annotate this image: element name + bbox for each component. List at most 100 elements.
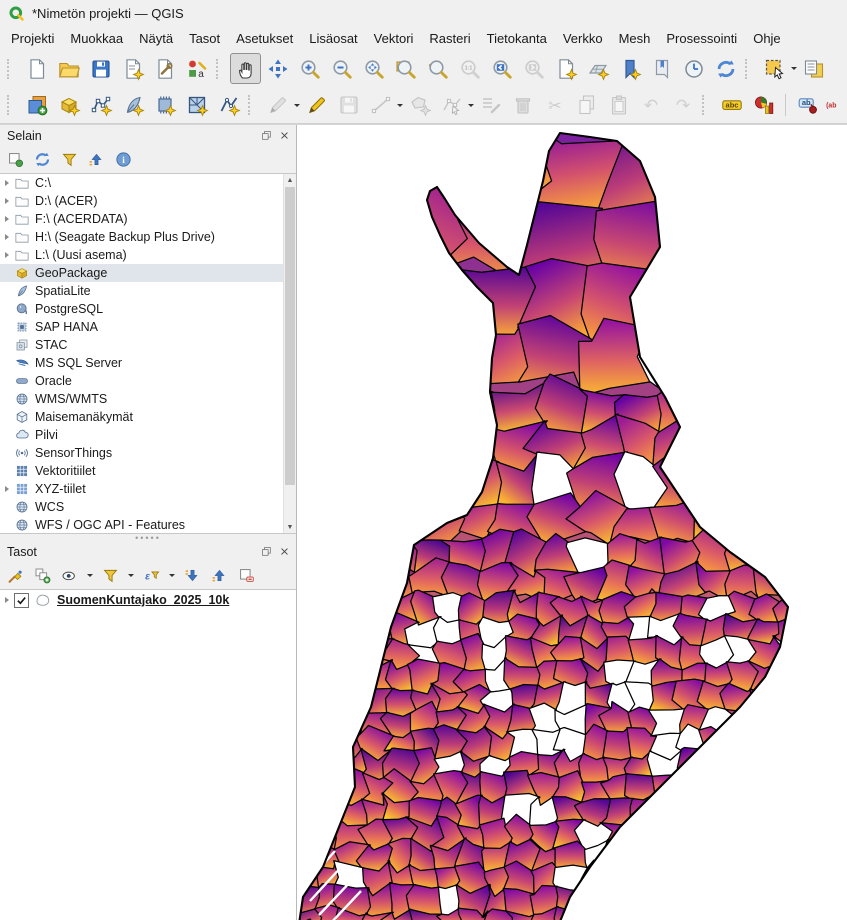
layer-row[interactable]: SuomenKuntajako_2025_10k xyxy=(0,590,296,610)
layout-manager-button[interactable] xyxy=(149,53,180,84)
layers-close-button[interactable] xyxy=(276,544,292,559)
browser-properties-button[interactable]: i xyxy=(114,150,133,169)
browser-collapse-all-button[interactable] xyxy=(87,150,106,169)
menu-verkko[interactable]: Verkko xyxy=(555,29,611,48)
redo-button[interactable]: ↷ xyxy=(667,90,698,121)
browser-float-button[interactable] xyxy=(258,128,274,143)
zoom-out-button[interactable] xyxy=(326,53,357,84)
browser-refresh-button[interactable] xyxy=(33,150,52,169)
filter-legend-dropdown[interactable] xyxy=(128,574,134,580)
layers-add-group-button[interactable] xyxy=(33,566,52,585)
expand-arrow-icon[interactable] xyxy=(5,198,9,204)
new-mesh-layer-button[interactable] xyxy=(181,90,212,121)
browser-item-sensorthings[interactable]: SensorThings xyxy=(0,444,296,462)
vertex-tool-button[interactable] xyxy=(436,90,467,121)
menu-projekti[interactable]: Projekti xyxy=(3,29,62,48)
attribute-panels-button[interactable] xyxy=(798,53,829,84)
new-spatial-bookmark-button[interactable] xyxy=(614,53,645,84)
browser-item-sap-hana[interactable]: SAP HANA xyxy=(0,318,296,336)
temporal-controller-button[interactable] xyxy=(678,53,709,84)
refresh-button[interactable] xyxy=(710,53,741,84)
browser-item-wms-wmts[interactable]: WMS/WMTS xyxy=(0,390,296,408)
menu-mesh[interactable]: Mesh xyxy=(611,29,659,48)
new-shapefile-button[interactable] xyxy=(85,90,116,121)
browser-item-ms-sql-server[interactable]: MS SQL Server xyxy=(0,354,296,372)
cut-button[interactable]: ✂ xyxy=(539,90,570,121)
layers-collapse-all-button[interactable] xyxy=(210,566,229,585)
new-virtual-layer-button[interactable] xyxy=(149,90,180,121)
map-themes-dropdown[interactable] xyxy=(87,574,93,580)
browser-item-stac[interactable]: STAC xyxy=(0,336,296,354)
new-map-view-button[interactable] xyxy=(550,53,581,84)
filter-expression-dropdown[interactable] xyxy=(169,574,175,580)
pan-map-button[interactable] xyxy=(230,53,261,84)
menu-rasteri[interactable]: Rasteri xyxy=(421,29,478,48)
browser-scrollbar[interactable]: ▲ ▼ xyxy=(283,174,296,533)
zoom-next-button[interactable] xyxy=(518,53,549,84)
browser-item-oracle[interactable]: Oracle xyxy=(0,372,296,390)
zoom-to-layer-button[interactable] xyxy=(390,53,421,84)
zoom-last-button[interactable] xyxy=(486,53,517,84)
menu-asetukset[interactable]: Asetukset xyxy=(228,29,301,48)
expand-arrow-icon[interactable] xyxy=(5,597,9,603)
new-print-layout-button[interactable] xyxy=(117,53,148,84)
new-spatialite-button[interactable] xyxy=(117,90,148,121)
browser-item-xyz-tiilet[interactable]: XYZ-tiilet xyxy=(0,480,296,498)
select-features-button[interactable] xyxy=(759,53,790,84)
scroll-down-icon[interactable]: ▼ xyxy=(284,521,296,533)
layer-name[interactable]: SuomenKuntajako_2025_10k xyxy=(57,593,229,607)
pin-labels-button[interactable]: ab xyxy=(792,90,823,121)
expand-arrow-icon[interactable] xyxy=(5,234,9,240)
undo-button[interactable]: ↶ xyxy=(635,90,666,121)
browser-item-h-seagate-backup-plus-drive[interactable]: H:\ (Seagate Backup Plus Drive) xyxy=(0,228,296,246)
panel-splitter[interactable]: ••••• xyxy=(0,534,296,541)
browser-filter-button[interactable] xyxy=(60,150,79,169)
browser-item-postgresql[interactable]: PostgreSQL xyxy=(0,300,296,318)
browser-add-selected-layer-button[interactable] xyxy=(6,150,25,169)
layers-filter-legend-button[interactable] xyxy=(101,566,120,585)
layer-visibility-checkbox[interactable] xyxy=(14,593,29,608)
layers-remove-layer-button[interactable] xyxy=(237,566,256,585)
new-gpx-layer-button[interactable] xyxy=(213,90,244,121)
menu-muokkaa[interactable]: Muokkaa xyxy=(62,29,131,48)
browser-item-geopackage[interactable]: GeoPackage xyxy=(0,264,296,282)
labeling-button[interactable]: abc xyxy=(716,90,747,121)
digitize-shape-dropdown[interactable] xyxy=(397,104,403,110)
toggle-editing-button[interactable] xyxy=(301,90,332,121)
expand-arrow-icon[interactable] xyxy=(5,252,9,258)
browser-item-f-acerdata[interactable]: F:\ (ACERDATA) xyxy=(0,210,296,228)
zoom-in-button[interactable] xyxy=(294,53,325,84)
digitize-shape-button[interactable] xyxy=(365,90,396,121)
current-edits-dropdown[interactable] xyxy=(294,104,300,110)
expand-arrow-icon[interactable] xyxy=(5,216,9,222)
show-spatial-bookmarks-button[interactable] xyxy=(646,53,677,84)
current-edits-button[interactable] xyxy=(262,90,293,121)
save-project-button[interactable] xyxy=(85,53,116,84)
menu-tietokanta[interactable]: Tietokanta xyxy=(479,29,555,48)
layers-expand-all-button[interactable] xyxy=(183,566,202,585)
pan-to-selection-button[interactable] xyxy=(262,53,293,84)
map-canvas[interactable] xyxy=(296,125,847,920)
browser-item-c[interactable]: C:\ xyxy=(0,174,296,192)
browser-item-l-uusi-asema[interactable]: L:\ (Uusi asema) xyxy=(0,246,296,264)
layers-map-themes-button[interactable] xyxy=(60,566,79,585)
menu-ohje[interactable]: Ohje xyxy=(745,29,788,48)
multiedit-button[interactable] xyxy=(475,90,506,121)
menu-vektori[interactable]: Vektori xyxy=(366,29,422,48)
browser-item-vektoritiilet[interactable]: Vektoritiilet xyxy=(0,462,296,480)
delete-selected-button[interactable] xyxy=(507,90,538,121)
paste-button[interactable] xyxy=(603,90,634,121)
open-project-button[interactable] xyxy=(53,53,84,84)
menu-tasot[interactable]: Tasot xyxy=(181,29,228,48)
browser-close-button[interactable] xyxy=(276,128,292,143)
layers-styling-panel-button[interactable] xyxy=(6,566,25,585)
save-edits-button[interactable] xyxy=(333,90,364,121)
scrollbar-thumb[interactable] xyxy=(285,187,295,485)
data-source-manager-button[interactable] xyxy=(21,90,52,121)
browser-item-spatialite[interactable]: SpatiaLite xyxy=(0,282,296,300)
menu-n-yt-[interactable]: Näytä xyxy=(131,29,181,48)
highlight-labels-button[interactable]: (ab xyxy=(824,90,841,121)
style-manager-button[interactable]: a xyxy=(181,53,212,84)
add-feature-button[interactable] xyxy=(404,90,435,121)
new-project-button[interactable] xyxy=(21,53,52,84)
